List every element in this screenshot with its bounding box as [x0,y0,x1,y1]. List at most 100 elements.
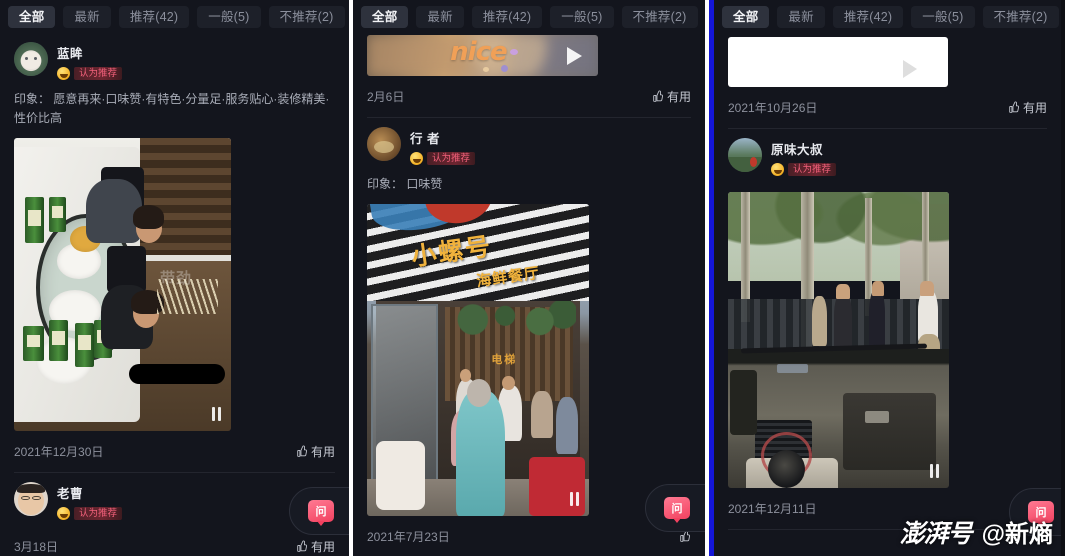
photo-content: 带劲 [14,138,231,431]
pause-icon[interactable] [212,407,221,421]
avatar[interactable] [14,42,48,76]
play-icon[interactable] [567,47,582,65]
useful-label: 有用 [666,90,691,104]
ask-bubble-icon: 问 [308,500,334,526]
username: 行 者 [410,132,440,146]
review-item: 原味大叔 认为推荐 2021年12月11日 [714,129,1061,530]
review-user-row: 蓝眸 认为推荐 [0,33,349,84]
tab-not-recommended[interactable]: 不推荐(2) [621,5,698,28]
photo-content [728,192,949,488]
tab-average[interactable]: 一般(5) [550,5,614,28]
thumbs-up-icon [297,445,307,457]
tab-not-recommended[interactable]: 不推荐(2) [982,5,1059,28]
tab-average[interactable]: 一般(5) [197,5,261,28]
tab-not-recommended[interactable]: 不推荐(2) [268,5,345,28]
review-user-row: 原味大叔 认为推荐 [714,129,1061,180]
smiley-face-icon [410,152,423,165]
smiley-face-icon [57,67,70,80]
review-photo[interactable]: 带劲 [14,138,231,431]
status-badge: 认为推荐 [427,152,476,165]
user-info: 老曹 认为推荐 [57,482,123,520]
tab-recommended[interactable]: 推荐(42) [832,5,904,28]
filter-tabbar-2: 全部 最新 推荐(42) 一般(5) 不推荐(2) [353,0,705,33]
username: 老曹 [57,487,84,501]
review-panel-2: 全部 最新 推荐(42) 一般(5) 不推荐(2) nice 2月6日 有用 行… [353,0,705,556]
filter-tabbar-1: 全部 最新 推荐(42) 一般(5) 不推荐(2) [0,0,349,33]
pause-icon[interactable] [930,464,939,478]
status-badge: 认为推荐 [74,507,123,520]
useful-label: 有用 [1022,101,1047,115]
impression-text: 印象： 口味赞 [367,177,443,191]
tab-all[interactable]: 全部 [361,5,409,28]
useful-button[interactable]: 有用 [651,88,691,105]
review-video-thumbnail[interactable] [728,37,948,87]
status-badge: 认为推荐 [788,163,837,176]
watermark-brand: 澎湃号 [899,520,973,548]
tab-recommended[interactable]: 推荐(42) [471,5,543,28]
watermark: 澎湃号 @新熵 [900,514,1053,550]
review-photo[interactable] [728,192,949,488]
elevator-sign: 电梯 [491,352,518,366]
tab-recommended[interactable]: 推荐(42) [118,5,190,28]
review-item: 2021年10月26日 有用 [714,37,1061,128]
useful-button[interactable]: 有用 [295,443,335,460]
ask-button[interactable]: 问 [645,484,705,532]
tab-newest[interactable]: 最新 [63,5,111,28]
user-info: 行 者 认为推荐 [410,127,476,165]
review-date: 2021年12月30日 [14,445,104,459]
redaction-bar [129,363,225,385]
ask-button[interactable]: 问 [289,487,349,535]
video-thumb-blank [728,37,948,87]
tab-newest[interactable]: 最新 [777,5,825,28]
review-panel-3: 全部 最新 推荐(42) 一般(5) 不推荐(2) 2021年10月26日 有用 [714,0,1061,556]
tab-newest[interactable]: 最新 [416,5,464,28]
review-footer: 2月6日 有用 [353,76,705,117]
review-date: 2月6日 [367,90,405,104]
review-panel-1: 全部 最新 推荐(42) 一般(5) 不推荐(2) 蓝眸 认为推荐 印象： 愿意… [0,0,349,556]
review-user-row: 行 者 认为推荐 [353,118,705,169]
tab-all[interactable]: 全部 [8,5,56,28]
panel-separator-2 [705,0,714,556]
tab-all[interactable]: 全部 [722,5,770,28]
smiley-face-icon [57,507,70,520]
review-item: nice 2月6日 有用 [353,35,705,117]
pause-icon[interactable] [570,492,579,506]
screenshot-root: 全部 最新 推荐(42) 一般(5) 不推荐(2) 蓝眸 认为推荐 印象： 愿意… [0,0,1065,556]
review-footer: 2021年10月26日 有用 [714,87,1061,128]
thumbs-up-icon [1009,101,1019,113]
thumbs-up-icon [297,540,307,552]
photo-watermark: 带劲 [159,269,192,287]
review-date: 2021年12月11日 [728,502,817,516]
recommend-badge-row: 认为推荐 [57,67,123,80]
avatar[interactable] [728,138,762,172]
user-info: 原味大叔 认为推荐 [771,138,837,176]
filter-tabbar-3: 全部 最新 推荐(42) 一般(5) 不推荐(2) [714,0,1061,33]
recommend-badge-row: 认为推荐 [771,163,837,176]
status-badge: 认为推荐 [74,67,123,80]
review-item: 蓝眸 认为推荐 印象： 愿意再来·口味赞·有特色·分量足·服务贴心·装修精美·性… [0,33,349,472]
impression-text: 印象： 愿意再来·口味赞·有特色·分量足·服务贴心·装修精美·性价比高 [14,92,330,125]
avatar[interactable] [14,482,48,516]
tab-average[interactable]: 一般(5) [911,5,975,28]
avatar[interactable] [367,127,401,161]
useful-label: 有用 [310,540,335,554]
recommend-badge-row: 认为推荐 [57,507,123,520]
video-caption: nice [450,37,507,68]
review-footer: 2021年12月30日 有用 [0,431,349,472]
useful-button[interactable]: 有用 [295,538,335,555]
watermark-handle: @新熵 [981,521,1053,548]
thumbs-up-icon [653,90,663,102]
username: 原味大叔 [771,143,824,157]
play-icon[interactable] [903,59,918,78]
review-photo[interactable]: 小螺号 海鲜餐厅 电梯 [367,204,589,516]
recommend-badge-row: 认为推荐 [410,152,476,165]
smiley-face-icon [771,163,784,176]
review-video-thumbnail[interactable]: nice [367,35,598,76]
useful-button[interactable]: 有用 [1007,99,1047,116]
review-date: 3月18日 [14,540,59,554]
ask-bubble-icon: 问 [664,497,690,523]
photo-content: 小螺号 海鲜餐厅 电梯 [367,204,589,516]
username: 蓝眸 [57,47,84,61]
review-date: 2021年10月26日 [728,101,818,115]
user-info: 蓝眸 认为推荐 [57,42,123,80]
